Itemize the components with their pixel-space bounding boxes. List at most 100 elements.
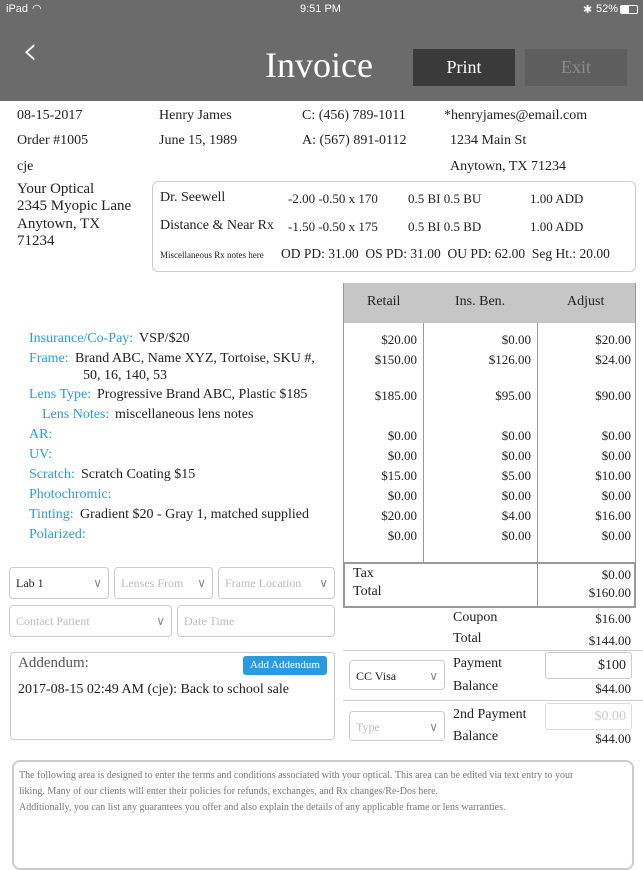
- addendum-entry: 2017-08-15 02:49 AM (cje): Back to schoo…: [18, 682, 290, 697]
- page-title: Invoice: [265, 45, 373, 85]
- row-label: Frame:: [29, 351, 69, 366]
- terms-line: liking. Many of our clients will enter t…: [19, 786, 439, 797]
- ins-ben-cell: $95.00: [495, 388, 531, 403]
- payment2-label: 2nd Payment: [453, 707, 527, 722]
- terms-line: The following area is designed to enter …: [19, 770, 574, 781]
- adjust-cell: $0.00: [601, 528, 631, 543]
- adjust-cell: $0.00: [601, 448, 631, 463]
- adjust-cell: $90.00: [595, 388, 631, 403]
- alt-phone: A: (567) 891-0112: [302, 133, 407, 148]
- adjust-cell: $16.00: [595, 508, 631, 523]
- row-label: Photochromic:: [29, 487, 112, 502]
- balance-value: $44.00: [595, 681, 631, 696]
- coupon-label: Coupon: [453, 610, 498, 625]
- device-label: iPad: [6, 3, 29, 15]
- frame-location-select[interactable]: Frame Location ∨: [218, 567, 335, 599]
- rx-os: -1.50 -0.50 x 175: [288, 219, 378, 234]
- ins-ben-cell: $0.00: [501, 528, 531, 543]
- retail-cell: $0.00: [387, 428, 417, 443]
- chevron-down-icon: ∨: [93, 576, 102, 590]
- order-number: Order #1005: [17, 133, 89, 148]
- payment-label: Payment: [453, 656, 502, 671]
- rx-od-add: 1.00 ADD: [530, 191, 584, 206]
- retail-cell: $0.00: [387, 448, 417, 463]
- retail-cell: $15.00: [381, 468, 417, 483]
- date-time-input[interactable]: Date Time: [177, 605, 335, 637]
- chevron-down-icon: ∨: [197, 576, 206, 590]
- rx-notes: Miscellaneous Rx notes here: [160, 250, 264, 260]
- col-retail: Retail: [367, 294, 401, 309]
- row-label: Insurance/Co-Pay:: [29, 331, 134, 346]
- subtotal-label: Total: [353, 584, 382, 599]
- header: ‹ Invoice Print Exit: [0, 20, 643, 101]
- wifi-icon: ◠: [32, 3, 42, 15]
- adjust-cell: $0.00: [601, 428, 631, 443]
- total-value: $144.00: [588, 633, 631, 648]
- tax-value: $0.00: [601, 567, 631, 582]
- lab-select[interactable]: Lab 1 ∨: [9, 567, 109, 599]
- chevron-down-icon: ∨: [429, 720, 438, 734]
- retail-cell: $150.00: [374, 352, 417, 367]
- retail-cell: $0.00: [387, 528, 417, 543]
- adjust-cell: $0.00: [601, 488, 631, 503]
- total-label: Total: [453, 631, 482, 646]
- row-value: Gradient $20 - Gray 1, matched supplied: [80, 507, 309, 522]
- city: Anytown, TX 71234: [450, 159, 567, 174]
- ins-ben-cell: $0.00: [501, 428, 531, 443]
- rx-os-add: 1.00 ADD: [530, 219, 584, 234]
- balance2-label: Balance: [453, 729, 499, 744]
- adjust-cell: $24.00: [595, 352, 631, 367]
- row-label: Scratch:: [29, 467, 75, 482]
- print-button[interactable]: Print: [413, 49, 515, 86]
- lenses-from-select[interactable]: Lenses From ∨: [114, 567, 213, 599]
- retail-cell: $0.00: [387, 488, 417, 503]
- balance-label: Balance: [453, 679, 499, 694]
- row-label: AR:: [29, 427, 53, 442]
- row-value: Progressive Brand ABC, Plastic $185: [97, 387, 308, 402]
- payment-input[interactable]: $100: [545, 652, 632, 679]
- row-label: Polarized:: [29, 527, 86, 542]
- row-label: Tinting:: [29, 507, 74, 522]
- row-value: Scratch Coating $15: [81, 467, 196, 482]
- payment2-type-select[interactable]: Type ∨: [349, 711, 445, 741]
- row-value: VSP/$20: [139, 331, 190, 346]
- store-city: Anytown, TX: [17, 216, 101, 232]
- ins-ben-cell: $4.00: [501, 508, 531, 523]
- back-button[interactable]: ‹: [22, 28, 38, 74]
- rx-od: -2.00 -0.50 x 170: [288, 191, 378, 206]
- patient-name: Henry James: [159, 108, 232, 123]
- row-label: Lens Type:: [29, 387, 92, 402]
- coupon-value: $16.00: [595, 611, 631, 626]
- ins-ben-cell: $0.00: [501, 448, 531, 463]
- rx-os-prism: 0.5 BI 0.5 BD: [408, 219, 482, 234]
- cell-phone: C: (456) 789-1011: [302, 108, 406, 123]
- chevron-down-icon: ∨: [429, 669, 438, 683]
- ins-ben-cell: $126.00: [488, 352, 531, 367]
- row-value-cont: 50, 16, 140, 53: [83, 368, 167, 383]
- rx-pd: OD PD: 31.00 OS PD: 31.00 OU PD: 62.00 S…: [281, 246, 610, 261]
- ins-ben-cell: $5.00: [501, 468, 531, 483]
- terms-textarea[interactable]: The following area is designed to enter …: [12, 760, 634, 870]
- street: 1234 Main St: [450, 133, 527, 148]
- adjust-cell: $20.00: [595, 332, 631, 347]
- subtotal-value: $160.00: [588, 585, 631, 600]
- payment-type-select[interactable]: CC Visa ∨: [349, 660, 445, 690]
- contact-patient-select[interactable]: Contact Patient ∨: [9, 605, 172, 637]
- addendum-box: Addendum: Add Addendum 2017-08-15 02:49 …: [10, 652, 335, 740]
- rx-type: Distance & Near Rx: [160, 218, 274, 233]
- add-addendum-button[interactable]: Add Addendum: [243, 656, 327, 675]
- store-street: 2345 Myopic Lane: [17, 198, 132, 214]
- ins-ben-cell: $0.00: [501, 488, 531, 503]
- bluetooth-icon: ✱: [583, 4, 593, 16]
- row-value: Brand ABC, Name XYZ, Tortoise, SKU #,: [75, 351, 315, 366]
- row-label: Lens Notes:: [42, 407, 110, 422]
- rx-od-prism: 0.5 BI 0.5 BU: [408, 191, 482, 206]
- invoice-date: 08-15-2017: [17, 108, 83, 123]
- terms-line: Additionally, you can list any guarantee…: [19, 802, 506, 813]
- col-adjust: Adjust: [567, 294, 605, 309]
- retail-cell: $185.00: [374, 388, 417, 403]
- battery-icon: [620, 5, 638, 14]
- payment2-input[interactable]: $0.00: [545, 703, 632, 730]
- exit-button[interactable]: Exit: [525, 49, 627, 86]
- addendum-title: Addendum:: [18, 655, 89, 671]
